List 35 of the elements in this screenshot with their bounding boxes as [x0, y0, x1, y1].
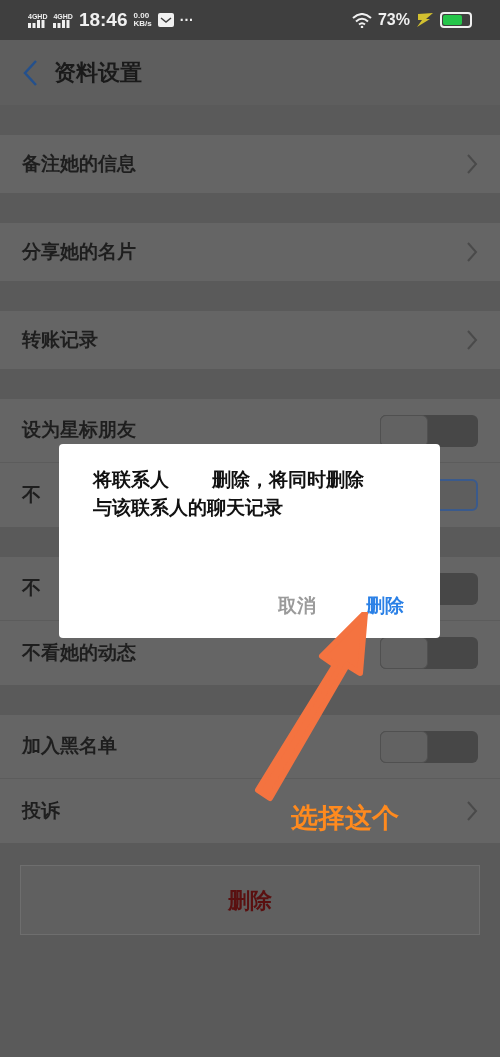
clock: 18:46: [78, 7, 128, 32]
speed-unit: KB/s: [133, 20, 152, 28]
wifi-icon: [351, 12, 372, 28]
signal-icon: [53, 19, 72, 28]
setting-label: 设为星标朋友: [22, 418, 136, 443]
charging-bolt-icon: [416, 12, 434, 28]
chevron-right-icon: [466, 153, 478, 175]
message-icon: [157, 13, 174, 27]
speed-value: 0.00: [133, 12, 151, 20]
annotation-text: 选择这个: [291, 802, 399, 835]
dialog-message-line: 与该联系人的聊天记录: [93, 496, 284, 520]
setting-label: 不: [22, 576, 41, 601]
chevron-right-icon: [466, 329, 478, 351]
toggle-switch[interactable]: [380, 730, 478, 763]
back-icon[interactable]: [22, 58, 38, 87]
toggle-switch[interactable]: [380, 637, 478, 669]
page-title: 资料设置: [54, 59, 142, 87]
setting-label: 加入黑名单: [22, 734, 117, 759]
chevron-right-icon: [466, 800, 478, 822]
setting-label: 备注她的信息: [22, 151, 136, 176]
cancel-button[interactable]: 取消: [278, 591, 316, 620]
setting-label: 不看她的动态: [22, 640, 136, 665]
setting-label: 转账记录: [22, 327, 98, 352]
battery-percent: 73%: [377, 10, 410, 30]
setting-label: 分享她的名片: [22, 239, 136, 264]
more-notifications: ···: [179, 10, 194, 30]
signal-icon: [28, 19, 46, 28]
delete-contact-button[interactable]: 删除: [20, 865, 480, 935]
setting-label: 不: [22, 482, 41, 507]
confirm-delete-button[interactable]: 删除: [366, 591, 404, 620]
battery-icon: [440, 12, 472, 28]
dialog-message-line: 将联系人 删除，将同时删除: [93, 468, 366, 492]
setting-label: 投诉: [22, 798, 60, 823]
chevron-right-icon: [466, 241, 478, 263]
toggle-switch[interactable]: [380, 414, 478, 447]
